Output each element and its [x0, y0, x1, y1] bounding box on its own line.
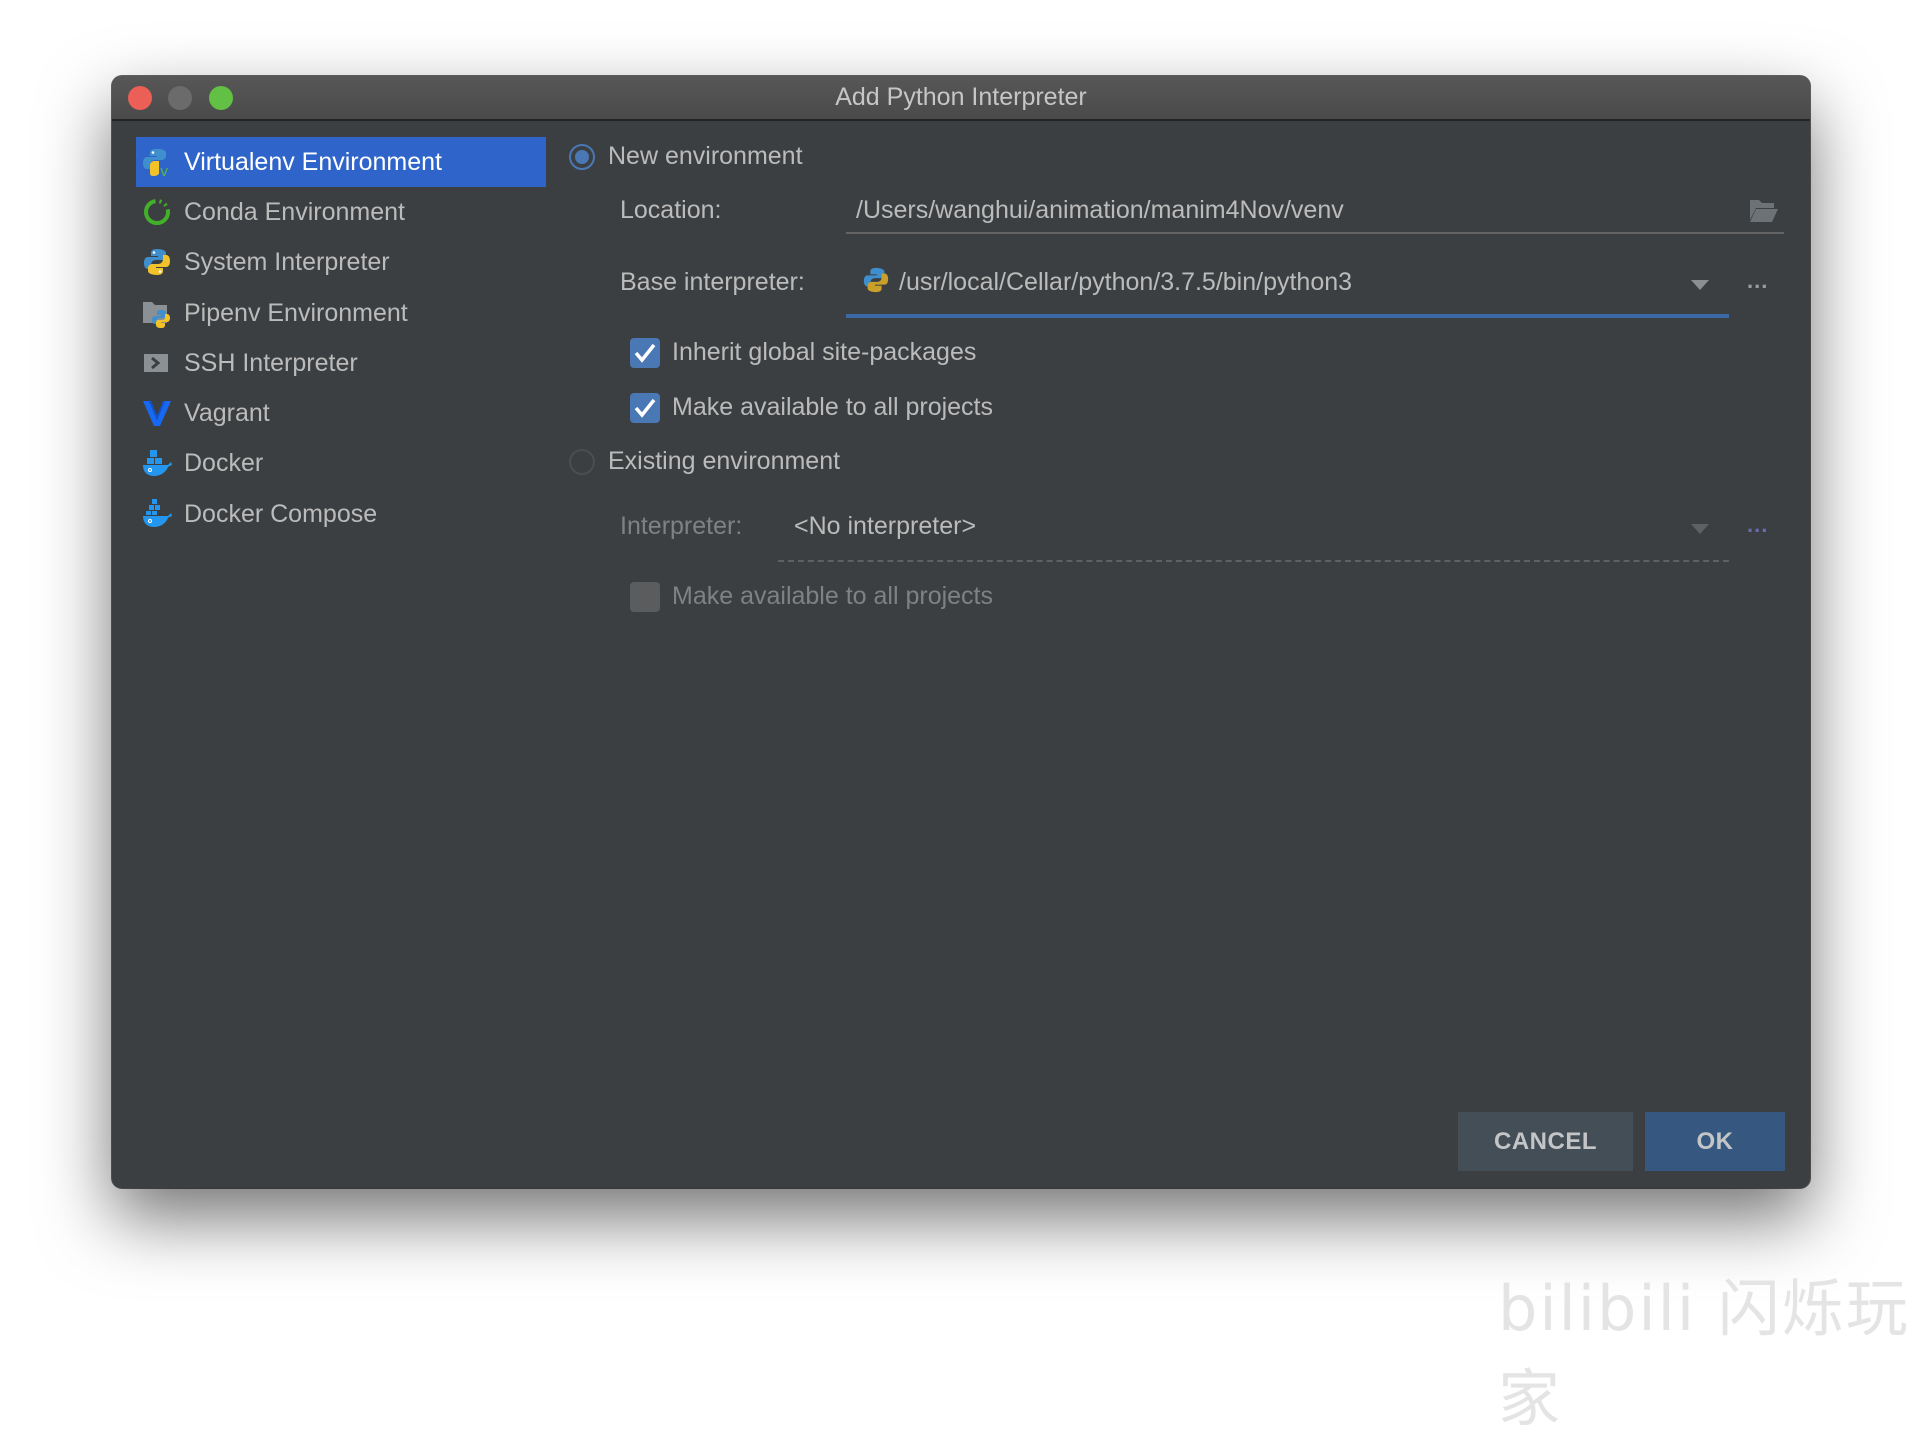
inherit-site-packages-label[interactable]: Inherit global site-packages	[672, 338, 976, 367]
browse-interpreter-button[interactable]: ...	[1747, 268, 1768, 294]
checkmark-icon	[634, 343, 656, 363]
sidebar-item-docker-compose[interactable]: Docker Compose	[136, 489, 546, 539]
browse-folder-icon[interactable]	[1748, 198, 1778, 229]
cancel-button[interactable]: CANCEL	[1458, 1112, 1633, 1171]
sidebar-item-label: Docker Compose	[184, 499, 378, 528]
conda-icon	[142, 197, 172, 227]
make-available-label[interactable]: Make available to all projects	[672, 393, 993, 422]
docker-icon	[142, 448, 172, 478]
dropdown-arrow-icon	[1691, 524, 1709, 534]
browse-existing-interpreter-button[interactable]: ...	[1747, 512, 1768, 538]
base-interpreter-underline	[846, 314, 1729, 318]
window-title: Add Python Interpreter	[835, 83, 1087, 111]
sidebar-item-pipenv[interactable]: Pipenv Environment	[136, 288, 546, 338]
interpreter-value: <No interpreter>	[794, 512, 977, 540]
sidebar-item-system-interpreter[interactable]: System Interpreter	[136, 237, 546, 287]
sidebar-item-label: Pipenv Environment	[184, 298, 408, 327]
docker-compose-icon	[142, 499, 172, 529]
existing-environment-radio[interactable]	[569, 449, 595, 475]
existing-make-available-checkbox[interactable]	[630, 582, 660, 612]
sidebar-item-vagrant[interactable]: Vagrant	[136, 388, 546, 438]
sidebar-item-conda[interactable]: Conda Environment	[136, 187, 546, 237]
sidebar-item-ssh[interactable]: SSH Interpreter	[136, 338, 546, 388]
existing-make-available-label[interactable]: Make available to all projects	[672, 582, 993, 611]
interpreter-dropdown[interactable]: <No interpreter>	[778, 500, 1728, 556]
sidebar-item-docker[interactable]: Docker	[136, 438, 546, 488]
interpreter-underline	[778, 560, 1729, 562]
python-icon	[142, 247, 172, 277]
add-python-interpreter-dialog: Add Python Interpreter v Virtualenv Envi…	[112, 76, 1810, 1188]
new-environment-label[interactable]: New environment	[608, 142, 803, 171]
existing-environment-label[interactable]: Existing environment	[608, 447, 840, 476]
dropdown-arrow-icon	[1691, 280, 1709, 290]
pipenv-icon	[142, 298, 172, 328]
make-available-checkbox[interactable]	[630, 393, 660, 423]
new-environment-radio[interactable]	[569, 144, 595, 170]
virtualenv-icon: v	[142, 147, 172, 180]
location-label: Location:	[620, 196, 722, 224]
watermark: bilibili 闪烁玩家	[1498, 1272, 1910, 1435]
sidebar-item-label: SSH Interpreter	[184, 348, 358, 377]
svg-text:v: v	[160, 164, 168, 177]
base-interpreter-label: Base interpreter:	[620, 268, 805, 296]
python-icon	[862, 266, 890, 299]
sidebar-item-virtualenv[interactable]: v Virtualenv Environment	[136, 137, 546, 187]
inherit-site-packages-checkbox[interactable]	[630, 338, 660, 368]
sidebar-item-label: Vagrant	[184, 398, 270, 427]
sidebar-item-label: Virtualenv Environment	[184, 147, 443, 176]
base-interpreter-value: /usr/local/Cellar/python/3.7.5/bin/pytho…	[899, 268, 1353, 296]
sidebar-item-label: System Interpreter	[184, 247, 390, 276]
ssh-terminal-icon	[142, 348, 172, 378]
location-underline	[846, 232, 1784, 234]
location-input[interactable]: /Users/wanghui/animation/manim4Nov/venv	[856, 196, 1344, 225]
title-bar: Add Python Interpreter	[112, 76, 1810, 121]
interpreter-label: Interpreter:	[620, 512, 743, 540]
sidebar-item-label: Docker	[184, 448, 264, 477]
ok-button[interactable]: OK	[1645, 1112, 1785, 1171]
vagrant-icon	[142, 398, 172, 428]
base-interpreter-dropdown[interactable]: /usr/local/Cellar/python/3.7.5/bin/pytho…	[846, 256, 1806, 314]
checkmark-icon	[634, 398, 656, 418]
sidebar-item-label: Conda Environment	[184, 197, 405, 226]
